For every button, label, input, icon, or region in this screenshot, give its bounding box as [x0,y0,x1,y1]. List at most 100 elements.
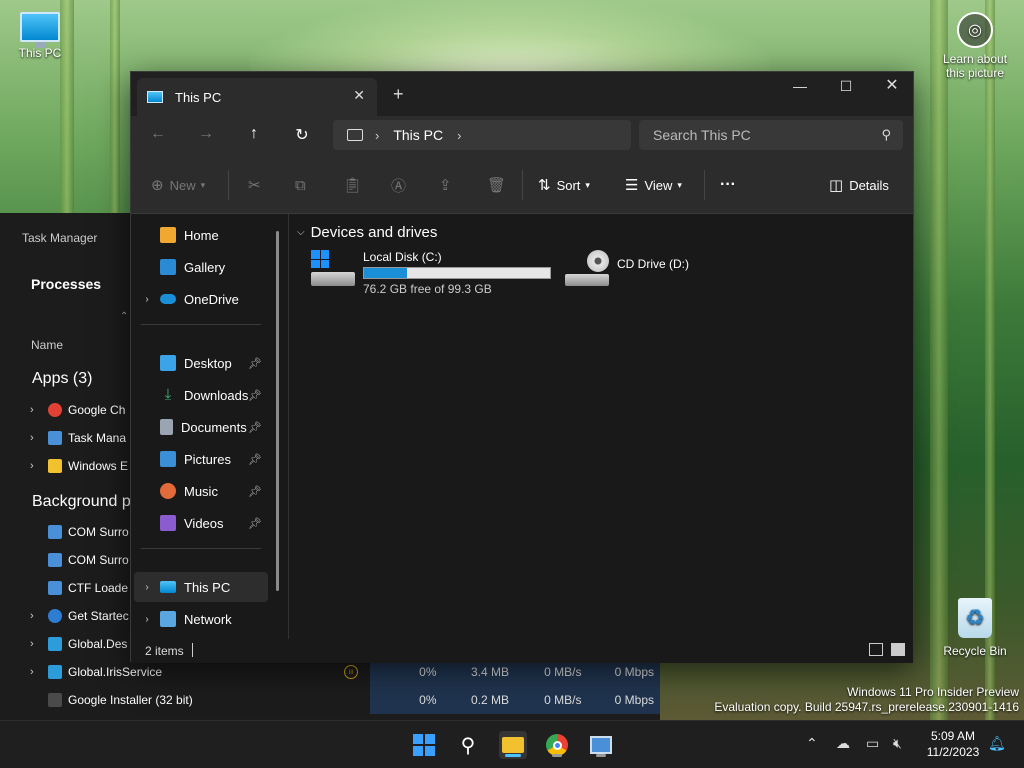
pictures-icon [160,451,176,467]
large-icons-view-icon[interactable] [891,643,905,656]
active-indicator [505,754,521,757]
up-arrow-icon[interactable]: ↑ [243,125,265,145]
new-tab-button[interactable]: + [393,84,404,105]
new-button[interactable]: ⊕ New ▾ [151,174,205,196]
sidebar-item-label: Network [184,611,232,627]
folder-icon [48,459,62,473]
process-row[interactable]: COM Surro [30,546,130,574]
chevron-right-icon[interactable]: › [30,404,44,416]
volume-muted-icon[interactable]: 🔇︎ [893,735,902,752]
this-pc-icon [160,581,176,593]
divider [704,170,705,200]
group-header[interactable]: ⌵ Devices and drives [297,224,437,241]
drive-item-c[interactable]: Local Disk (C:) 76.2 GB free of 99.3 GB [311,250,551,296]
more-options-button[interactable]: ··· [720,174,736,196]
process-row[interactable]: COM Surro [30,518,130,546]
search-box[interactable]: Search This PC ⚲ [639,120,903,150]
taskbar-chrome[interactable] [543,731,571,759]
clock[interactable]: 5:09 AM 11/2/2023 [918,728,988,760]
share-icon[interactable]: ⇪ [439,174,458,196]
chevron-right-icon[interactable]: › [375,128,379,143]
drive-item-d[interactable]: CD Drive (D:) [565,250,689,286]
process-row[interactable]: › Get Startec [30,602,130,630]
status-bar: 2 items [131,639,913,663]
new-label: New [169,177,196,193]
sidebar-item-gallery[interactable]: Gallery [134,252,268,282]
sidebar-item-pictures[interactable]: Pictures 📌︎ [134,444,268,474]
process-row[interactable]: CTF Loade [30,574,130,602]
sidebar-item-music[interactable]: Music 📌︎ [134,476,268,506]
sidebar-item-label: Music [184,483,218,499]
copy-icon[interactable]: ⧉ [295,174,312,196]
sort-button[interactable]: ⇅ Sort ▾ [538,174,590,196]
forward-arrow-icon[interactable]: → [195,125,217,145]
taskbar-file-explorer[interactable] [499,731,527,759]
minimize-button[interactable]: — [777,72,823,102]
chevron-right-icon[interactable]: › [134,582,160,593]
chevron-right-icon[interactable]: › [134,614,160,625]
paste-icon[interactable]: 📋︎ [343,174,368,196]
chevron-down-icon: ▾ [677,179,682,190]
name-column-header[interactable]: Name [31,338,63,352]
desktop-icon-this-pc[interactable]: This PC [12,12,68,60]
process-row[interactable]: › Windows E [30,452,130,480]
sidebar-item-home[interactable]: Home [134,220,268,250]
breadcrumb-this-pc[interactable]: This PC [393,127,443,143]
chevron-right-icon[interactable]: › [30,610,44,622]
tab-this-pc[interactable]: This PC ✕ [137,78,377,116]
refresh-icon[interactable]: ↻ [291,125,313,145]
chevron-up-icon[interactable]: ⌃ [120,311,128,322]
rename-icon[interactable]: Ⓐ [391,174,412,196]
sidebar-item-desktop[interactable]: Desktop 📌︎ [134,348,268,378]
chevron-right-icon[interactable]: › [30,432,44,444]
sidebar-item-this-pc[interactable]: › This PC [134,572,268,602]
sidebar-item-videos[interactable]: Videos 📌︎ [134,508,268,538]
desktop-icon [160,355,176,371]
chevron-right-icon[interactable]: › [30,638,44,650]
process-row[interactable]: › Task Mana [30,424,130,452]
sidebar-item-label: Pictures [184,451,231,467]
notification-bell-icon[interactable]: 🔔︎ [988,735,1006,752]
taskbar-task-manager[interactable] [587,731,615,759]
network-icon[interactable]: ▭ [866,735,879,752]
details-view-icon[interactable] [869,643,883,656]
sidebar-scrollbar[interactable] [276,231,279,591]
chrome-icon [48,403,62,417]
show-hidden-icons[interactable]: ⌃ [806,735,818,752]
delete-icon[interactable]: 🗑︎ [487,174,512,196]
process-name: Google Ch [68,403,126,417]
sidebar-item-network[interactable]: › Network [134,604,268,634]
maximize-button[interactable]: ☐ [823,72,869,102]
chevron-down-icon[interactable]: ⌵ [297,227,305,238]
chevron-right-icon[interactable]: › [457,128,461,143]
search-icon[interactable]: ⚲ [454,731,482,759]
title-bar[interactable]: This PC ✕ + — ☐ ✕ [131,72,913,116]
navigation-bar: ← → ↑ ↻ › This PC › Search This PC ⚲ [131,116,913,154]
chevron-right-icon[interactable]: › [134,294,160,305]
sidebar-item-label: This PC [184,579,231,595]
view-button[interactable]: ☰ View ▾ [625,174,682,196]
sidebar-item-downloads[interactable]: ⤓ Downloads 📌︎ [134,380,268,410]
divider [141,548,261,549]
address-bar[interactable]: › This PC › [333,120,631,150]
sidebar-item-documents[interactable]: Documents 📌︎ [134,412,268,442]
chevron-right-icon[interactable]: › [30,460,44,472]
item-count: 2 items [145,644,184,658]
details-button[interactable]: ◫ Details [829,174,889,196]
start-button[interactable] [410,731,438,759]
cut-icon[interactable]: ✂ [248,174,267,196]
close-tab-icon[interactable]: ✕ [353,87,365,104]
sidebar-item-onedrive[interactable]: › OneDrive [134,284,268,314]
process-row[interactable]: › Google Ch [30,396,130,424]
cpu-value: 0% [419,693,437,707]
sidebar-item-label: Desktop [184,355,232,371]
onedrive-icon[interactable]: ☁ [836,735,850,752]
back-arrow-icon[interactable]: ← [147,125,169,145]
task-manager-icon [48,431,62,445]
learn-about-picture[interactable]: ◎ Learn about this picture [940,12,1010,80]
close-window-button[interactable]: ✕ [869,72,915,102]
folder-icon [502,737,524,753]
running-indicator [552,754,562,757]
chevron-right-icon[interactable]: › [30,666,44,678]
desktop-icon-recycle-bin[interactable]: ♻ Recycle Bin [940,598,1010,658]
